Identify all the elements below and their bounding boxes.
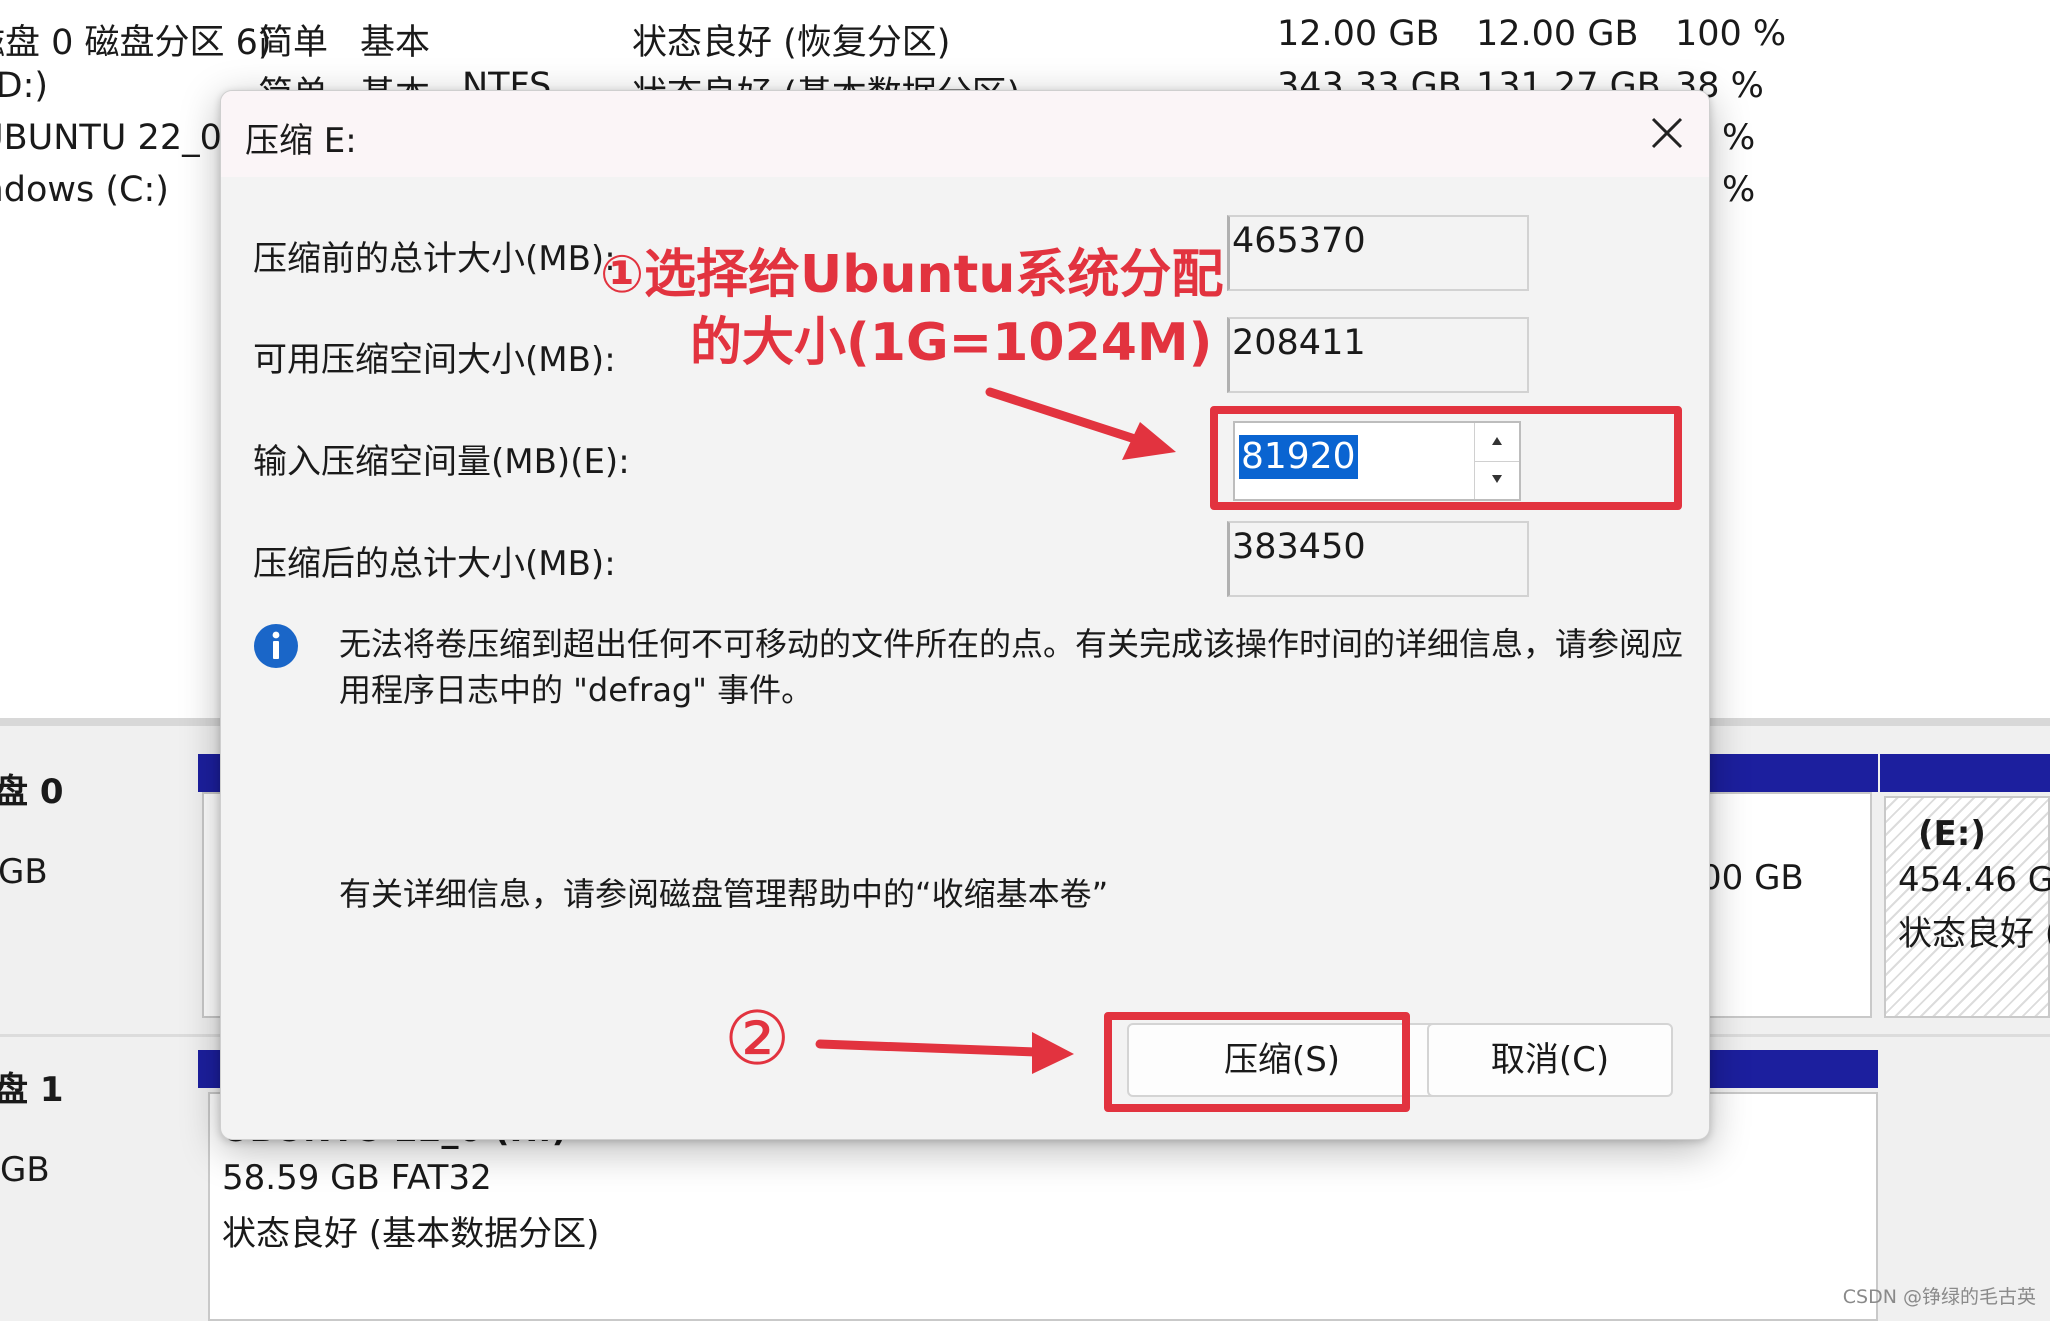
arrow-to-shrink-icon: [815, 1032, 1074, 1074]
shrink-highlight: [1104, 1012, 1410, 1112]
